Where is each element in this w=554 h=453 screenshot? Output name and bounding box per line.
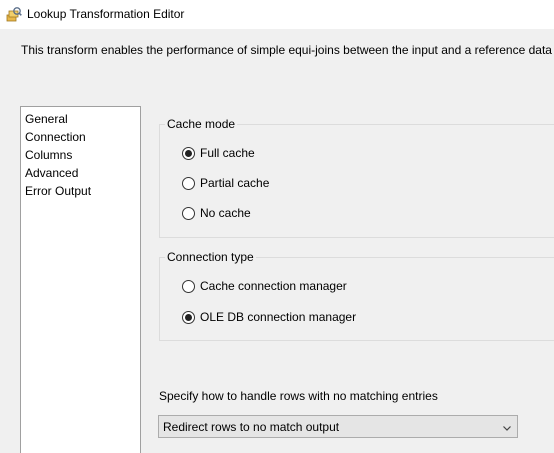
radio-cache-connection-manager[interactable]: Cache connection manager (182, 279, 347, 293)
connection-type-title: Connection type (165, 250, 256, 264)
radio-label: Cache connection manager (200, 279, 347, 293)
dropdown-selected-value: Redirect rows to no match output (163, 419, 340, 434)
no-match-prompt: Specify how to handle rows with no match… (159, 389, 438, 403)
chevron-down-icon[interactable] (502, 422, 512, 432)
radio-button[interactable] (182, 176, 195, 190)
radio-button[interactable] (182, 206, 195, 220)
radio-button[interactable] (182, 279, 195, 293)
radio-label: Partial cache (200, 176, 270, 190)
radio-label: OLE DB connection manager (200, 310, 357, 324)
description-text: This transform enables the performance o… (21, 43, 554, 57)
no-match-dropdown[interactable]: Redirect rows to no match output (158, 415, 518, 438)
editor-content: This transform enables the performance o… (0, 29, 554, 453)
connection-type-group: Connection type Cache connection manager… (159, 250, 554, 341)
nav-item-error-output[interactable]: Error Output (21, 182, 140, 200)
radio-button-checked[interactable] (182, 310, 195, 324)
radio-label: Full cache (200, 146, 255, 160)
nav-item-columns[interactable]: Columns (21, 146, 140, 164)
cache-mode-title: Cache mode (165, 117, 238, 131)
title-bar: Lookup Transformation Editor (0, 0, 554, 29)
nav-list[interactable]: General Connection Columns Advanced Erro… (20, 106, 141, 453)
cache-mode-group: Cache mode Full cache Partial cache No c… (159, 117, 554, 238)
nav-item-advanced[interactable]: Advanced (21, 164, 140, 182)
radio-ole-db-connection-manager[interactable]: OLE DB connection manager (182, 310, 356, 324)
radio-label: No cache (200, 206, 251, 220)
lookup-transform-icon (6, 6, 22, 22)
radio-button-checked[interactable] (182, 146, 195, 160)
nav-item-connection[interactable]: Connection (21, 128, 140, 146)
radio-no-cache[interactable]: No cache (182, 206, 251, 220)
radio-partial-cache[interactable]: Partial cache (182, 176, 269, 190)
nav-item-general[interactable]: General (21, 110, 140, 128)
radio-full-cache[interactable]: Full cache (182, 146, 255, 160)
window-title: Lookup Transformation Editor (27, 7, 185, 21)
